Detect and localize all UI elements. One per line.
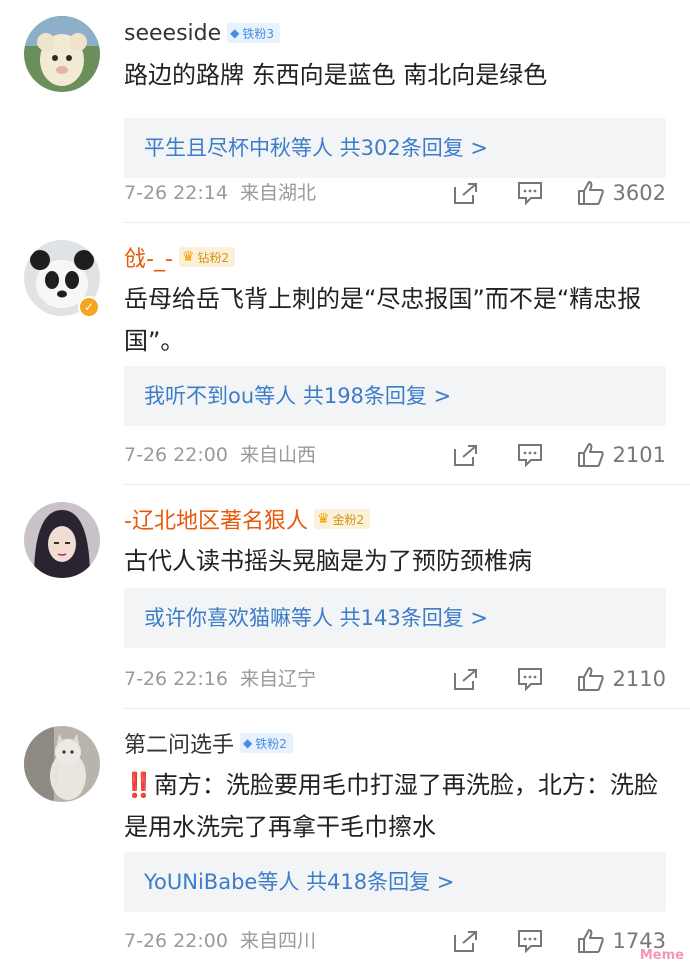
badge-label: 钻粉2 xyxy=(197,250,230,265)
share-button[interactable] xyxy=(453,443,479,467)
share-icon xyxy=(453,445,477,466)
thumbs-up-icon xyxy=(577,667,604,691)
reply-summary-link[interactable]: 或许你喜欢猫嘛等人 共143条回复 > xyxy=(124,588,666,648)
badge-label: 铁粉3 xyxy=(242,26,275,41)
anime-avatar[interactable] xyxy=(24,502,100,578)
divider xyxy=(124,708,690,709)
comment-text: 路边的路牌 东西向是蓝色 南北向是绿色 xyxy=(124,61,548,89)
comment-actions: 3602 xyxy=(453,178,666,208)
reply-button[interactable] xyxy=(517,181,543,205)
divider xyxy=(124,222,690,223)
thumbs-up-icon xyxy=(577,929,604,953)
crown-icon: ♛ xyxy=(181,249,195,265)
comment-icon xyxy=(517,930,542,953)
comment-time: 7-26 22:00 xyxy=(124,930,228,952)
reply-summary-link[interactable]: 平生且尽杯中秋等人 共302条回复 > xyxy=(124,118,666,178)
crown-icon: ♛ xyxy=(316,511,330,527)
watermark: Meme xyxy=(639,948,684,963)
username[interactable]: -辽北地区著名狠人 xyxy=(124,503,308,535)
share-icon xyxy=(453,931,477,952)
reply-summary-link[interactable]: 我听不到ou等人 共198条回复 > xyxy=(124,366,666,426)
comment-icon xyxy=(517,444,542,467)
thumbs-up-icon xyxy=(577,443,604,467)
diamond-icon: ◆ xyxy=(230,26,240,40)
fan-badge: ◆ 铁粉2 xyxy=(240,733,293,753)
fan-badge: ◆ 铁粉3 xyxy=(227,23,281,43)
like-button[interactable]: 2110 xyxy=(577,666,666,692)
comment-location: 来自辽宁 xyxy=(239,668,316,690)
reply-summary-link[interactable]: YoUNiBabe等人 共418条回复 > xyxy=(124,852,666,912)
comment-meta: 7-26 22:14 来自湖北 xyxy=(124,178,316,208)
like-count: 2101 xyxy=(612,443,666,467)
comment-location: 来自湖北 xyxy=(239,182,316,204)
reply-button[interactable] xyxy=(517,667,543,691)
like-button[interactable]: 2101 xyxy=(577,442,666,468)
comment-time: 7-26 22:00 xyxy=(124,444,228,466)
share-icon xyxy=(453,183,477,204)
comment-actions: 1743 xyxy=(453,926,666,956)
username[interactable]: 戗-_- xyxy=(124,241,173,273)
divider xyxy=(124,484,690,485)
comment-time: 7-26 22:14 xyxy=(124,182,228,204)
comment-actions: 2110 xyxy=(453,664,666,694)
comment-actions: 2101 xyxy=(453,440,666,470)
comment-meta: 7-26 22:00 来自山西 xyxy=(124,440,316,470)
fan-badge: ♛ 金粉2 xyxy=(313,509,371,529)
comment-location: 来自四川 xyxy=(239,930,316,952)
thumbs-up-icon xyxy=(577,181,604,205)
reply-button[interactable] xyxy=(517,443,543,467)
comment-text: 岳母给岳飞背上刺的是“尽忠报国”而不是“精忠报国”。 xyxy=(124,285,642,355)
share-icon xyxy=(453,669,477,690)
comment-text: 古代人读书摇头晃脑是为了预防颈椎病 xyxy=(124,547,532,575)
lamb-avatar[interactable] xyxy=(24,16,100,92)
comment-icon xyxy=(517,668,542,691)
badge-label: 铁粉2 xyxy=(255,736,287,751)
cat-avatar[interactable] xyxy=(24,726,100,802)
reply-button[interactable] xyxy=(517,929,543,953)
like-button[interactable]: 3602 xyxy=(577,180,666,206)
comment-meta: 7-26 22:16 来自辽宁 xyxy=(124,664,316,694)
comment-text: ‼️南方：洗脸要用毛巾打湿了再洗脸，北方：洗脸是用水洗完了再拿干毛巾擦水 xyxy=(124,764,664,848)
double-exclamation-icon: ‼️ xyxy=(124,771,154,799)
share-button[interactable] xyxy=(453,929,479,953)
share-button[interactable] xyxy=(453,181,479,205)
share-button[interactable] xyxy=(453,667,479,691)
fan-badge: ♛ 钻粉2 xyxy=(178,247,236,267)
comment-location: 来自山西 xyxy=(239,444,316,466)
username[interactable]: seeeside xyxy=(124,21,221,46)
comment-list: seeeside ◆ 铁粉3 路边的路牌 东西向是蓝色 南北向是绿色 平生且尽杯中… xyxy=(0,0,690,969)
diamond-icon: ◆ xyxy=(243,736,253,750)
like-count: 3602 xyxy=(612,181,666,205)
verified-badge-icon: ✓ xyxy=(78,296,100,318)
username[interactable]: 第二问选手 xyxy=(124,727,234,759)
badge-label: 金粉2 xyxy=(332,512,365,527)
like-count: 2110 xyxy=(612,667,666,691)
comment-text-body: 南方：洗脸要用毛巾打湿了再洗脸，北方：洗脸是用水洗完了再拿干毛巾擦水 xyxy=(124,771,658,841)
comment-meta: 7-26 22:00 来自四川 xyxy=(124,926,316,956)
comment-icon xyxy=(517,182,542,205)
comment-time: 7-26 22:16 xyxy=(124,668,228,690)
